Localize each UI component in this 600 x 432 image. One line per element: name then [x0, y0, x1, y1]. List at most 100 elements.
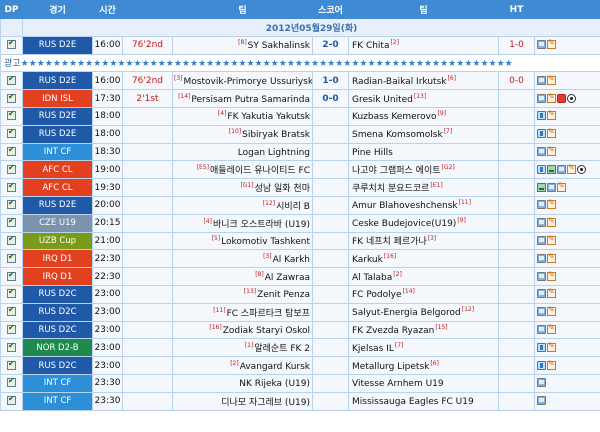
match-score[interactable]: [312, 284, 349, 304]
home-team-cell[interactable]: [8]Al Zawraa: [172, 267, 313, 286]
ad-cell[interactable]: 광고★★★★★★★★★★★★★★★★★★★★★★★★★★★★★★★★★★★★★★…: [0, 53, 600, 73]
league-badge[interactable]: RUS D2C: [22, 356, 93, 375]
home-team-cell[interactable]: NK Rijeka (U19): [172, 373, 313, 393]
away-team-name[interactable]: 나고야 그램퍼스 에이트: [352, 166, 441, 176]
match-score[interactable]: 1-0: [312, 71, 349, 91]
away-team-name[interactable]: Radian-Baikal Irkutsk: [352, 77, 446, 87]
tv-icon[interactable]: [537, 218, 546, 228]
away-team-name[interactable]: FC Podolye: [352, 290, 402, 300]
checkbox[interactable]: [7, 359, 16, 370]
match-score[interactable]: [312, 142, 349, 162]
away-team-name[interactable]: Salyut-Energia Belgorod: [352, 308, 461, 318]
home-team-name[interactable]: Mostovik-Primorye Ussuriysk: [184, 77, 312, 87]
header-time[interactable]: 시간: [92, 0, 123, 19]
league-badge[interactable]: RUS D2E: [22, 71, 93, 91]
ball-icon[interactable]: [577, 164, 586, 174]
league-badge[interactable]: RUS D2E: [22, 124, 93, 144]
away-team-cell[interactable]: Radian-Baikal Irkutsk[6]: [348, 71, 499, 91]
match-score[interactable]: [312, 106, 349, 126]
home-team-name[interactable]: NK Rijeka (U19): [239, 379, 310, 389]
home-team-name[interactable]: SY Sakhalinsk: [248, 41, 310, 51]
header-ht[interactable]: HT: [498, 0, 535, 19]
header-home-team[interactable]: 팀: [172, 0, 313, 19]
away-team-name[interactable]: FK Zvezda Ryazan: [352, 326, 434, 336]
edit-icon[interactable]: [547, 359, 556, 370]
info-icon[interactable]: [537, 129, 546, 139]
tv-icon[interactable]: [537, 253, 546, 263]
match-score[interactable]: [312, 373, 349, 393]
away-team-cell[interactable]: Ceske Budejovice(U19)[9]: [348, 213, 499, 233]
dp-checkbox-cell[interactable]: [0, 142, 23, 162]
header-dp[interactable]: DP: [0, 0, 23, 19]
away-team-cell[interactable]: Kjelsas IL[7]: [348, 338, 499, 358]
dp-checkbox-cell[interactable]: [0, 249, 23, 269]
header-away-team[interactable]: 팀: [348, 0, 499, 19]
away-team-name[interactable]: Smena Komsomolsk: [352, 130, 443, 140]
edit-icon[interactable]: [547, 341, 556, 352]
tv-icon[interactable]: [547, 182, 556, 192]
away-team-cell[interactable]: Smena Komsomolsk[7]: [348, 124, 499, 144]
edit-icon[interactable]: [567, 163, 576, 174]
edit-icon[interactable]: [547, 127, 556, 139]
checkbox[interactable]: [7, 376, 16, 388]
edit-icon[interactable]: [547, 38, 556, 50]
edit-icon[interactable]: [547, 234, 556, 245]
checkbox[interactable]: [7, 323, 16, 334]
home-team-name[interactable]: Lokomotiv Tashkent: [221, 237, 310, 247]
away-team-cell[interactable]: Amur Blahoveshchensk[11]: [348, 195, 499, 215]
edit-icon[interactable]: [547, 305, 556, 317]
match-score[interactable]: [312, 160, 349, 180]
tv-icon[interactable]: [537, 271, 546, 281]
dp-checkbox-cell[interactable]: [0, 373, 23, 393]
league-badge[interactable]: IRQ D1: [22, 267, 93, 286]
league-badge[interactable]: RUS D2C: [22, 302, 93, 322]
league-badge[interactable]: INT CF: [22, 391, 93, 411]
match-score[interactable]: [312, 195, 349, 215]
match-score[interactable]: [312, 320, 349, 340]
league-badge[interactable]: AFC CL: [22, 178, 93, 197]
league-badge[interactable]: RUS D2E: [22, 106, 93, 126]
home-team-name[interactable]: 알레순트 FK 2: [254, 344, 310, 354]
home-team-name[interactable]: 디나모 자그레브 (U19): [221, 398, 310, 408]
edit-icon[interactable]: [547, 145, 556, 156]
dp-checkbox-cell[interactable]: [0, 178, 23, 197]
home-team-cell[interactable]: [12]시비리 B: [172, 195, 313, 215]
tv-icon[interactable]: [537, 93, 546, 103]
tv-icon[interactable]: [537, 307, 546, 317]
checkbox[interactable]: [7, 181, 16, 192]
home-team-cell[interactable]: Logan Lightning: [172, 142, 313, 162]
away-team-cell[interactable]: Kuzbass Kemerovo[9]: [348, 106, 499, 126]
match-score[interactable]: [312, 391, 349, 411]
checkbox[interactable]: [7, 305, 16, 317]
away-team-cell[interactable]: Gresik United[13]: [348, 89, 499, 108]
tv-icon[interactable]: [537, 146, 546, 156]
checkbox[interactable]: [7, 92, 16, 103]
away-team-name[interactable]: 쿠루치치 분요드코르: [352, 184, 429, 194]
home-team-name[interactable]: 바니크 오스트라바 (U19): [213, 220, 310, 230]
match-score[interactable]: 0-0: [312, 89, 349, 108]
edit-icon[interactable]: [557, 181, 566, 192]
away-team-name[interactable]: Gresik United: [352, 95, 413, 105]
edit-icon[interactable]: [547, 109, 556, 121]
away-team-name[interactable]: FK 네프치 페르가나: [352, 237, 427, 247]
away-team-cell[interactable]: Karkuk[16]: [348, 249, 499, 269]
edit-icon[interactable]: [547, 92, 556, 103]
dp-checkbox-cell[interactable]: [0, 89, 23, 108]
checkbox[interactable]: [7, 163, 16, 174]
checkbox[interactable]: [7, 127, 16, 139]
home-team-name[interactable]: Avangard Kursk: [240, 362, 310, 372]
home-team-name[interactable]: Zenit Penza: [257, 290, 310, 300]
away-team-name[interactable]: FK Chita: [352, 41, 389, 51]
dp-checkbox-cell[interactable]: [0, 195, 23, 215]
dp-checkbox-cell[interactable]: [0, 231, 23, 251]
checkbox[interactable]: [7, 234, 16, 245]
tv-icon[interactable]: [537, 324, 546, 334]
info-icon[interactable]: [537, 342, 546, 352]
match-score[interactable]: [312, 249, 349, 269]
checkbox[interactable]: [7, 109, 16, 121]
info-icon[interactable]: [537, 360, 546, 370]
league-badge[interactable]: INT CF: [22, 142, 93, 162]
tv-icon[interactable]: [537, 289, 546, 299]
home-team-name[interactable]: Logan Lightning: [238, 148, 310, 158]
away-team-cell[interactable]: 쿠루치치 분요드코르[E1]: [348, 178, 499, 197]
